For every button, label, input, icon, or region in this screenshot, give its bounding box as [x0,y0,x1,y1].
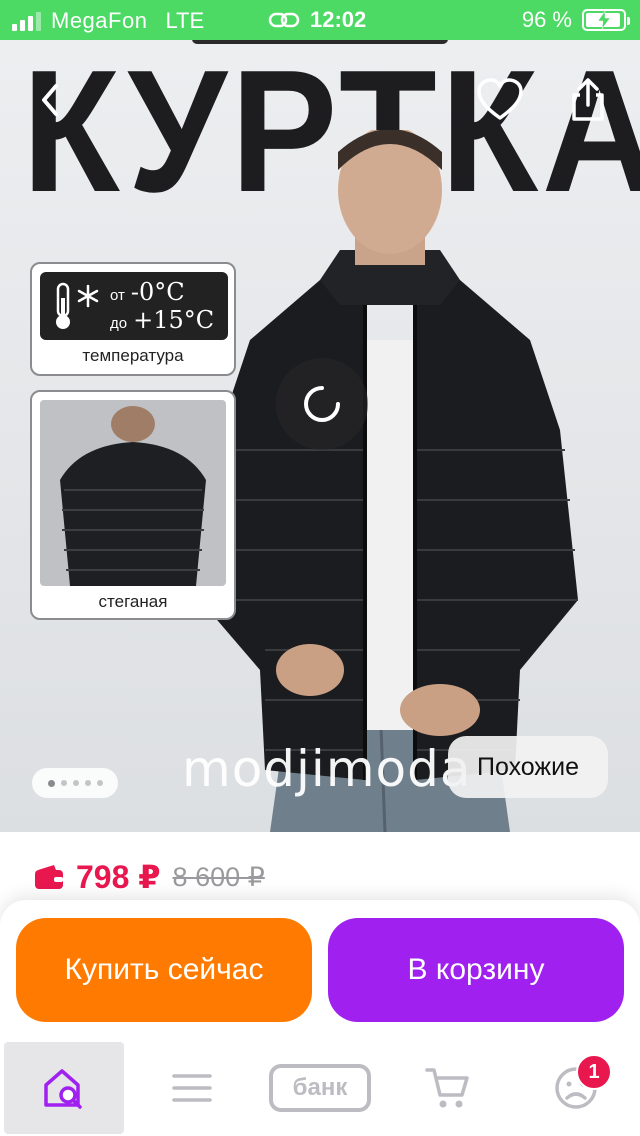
heart-icon [477,78,523,120]
cart-icon [425,1068,469,1108]
chevron-left-icon [42,84,58,116]
battery-icon [582,9,630,31]
share-icon [572,78,604,121]
tab-home[interactable] [4,1042,124,1134]
temperature-panel: от -0°C до +15°C [40,272,228,340]
share-button[interactable] [560,72,616,128]
menu-icon [172,1074,212,1102]
gallery-dot [60,780,67,786]
tab-bank[interactable]: банк [260,1042,380,1134]
bank-label: банк [269,1064,371,1112]
tab-catalog[interactable] [132,1042,252,1134]
temperature-from: от -0°C [110,278,185,306]
similar-button[interactable]: Похожие [448,736,608,798]
thermometer-icon [56,282,99,329]
old-price: 8 600 ₽ [172,861,265,892]
product-gallery[interactable]: КУРТКА от -0°C до +15°C температура стег… [0,40,640,832]
link-icon [268,12,300,28]
tab-bar: банк [0,1040,640,1136]
network-type: LTE [165,8,205,33]
quilted-caption: стеганая [98,592,168,611]
clock: 12:02 [310,7,367,32]
gallery-dot [96,780,103,786]
quilted-badge: стеганая [30,390,236,620]
back-button[interactable] [22,72,78,128]
status-center: 12:02 [268,7,366,33]
status-right: 96 % [521,7,630,33]
gallery-dot [47,779,55,787]
brand-logo: modjimoda [182,740,472,798]
price-row: 798 ₽ 8 600 ₽ [34,858,265,896]
notification-badge: 1 [576,1054,612,1090]
status-left: MegaFon LTE [12,8,204,34]
loading-spinner [276,358,368,450]
gallery-pagination [32,768,118,798]
gallery-dot [84,780,91,786]
gallery-dot [72,780,79,786]
tab-profile[interactable] [516,1042,636,1134]
model-figure [200,130,578,832]
signal-icon [12,11,41,31]
tab-cart[interactable] [388,1042,508,1134]
temperature-badge: от -0°C до +15°C температура [30,262,236,376]
quilted-back-image [40,400,226,586]
buy-now-button[interactable]: Купить сейчас [16,918,312,1022]
spinner-icon [304,386,340,422]
wallet-icon [35,865,63,889]
battery-percent: 96 % [521,7,572,32]
status-bar: MegaFon LTE 12:02 96 % [0,0,640,40]
home-search-icon [44,1069,82,1109]
temperature-caption: температура [82,346,184,365]
temperature-to: до +15°C [110,306,215,334]
add-to-cart-button[interactable]: В корзину [328,918,624,1022]
favorite-button[interactable] [472,72,528,128]
current-price: 798 ₽ [76,859,161,895]
carrier-name: MegaFon [51,8,148,33]
